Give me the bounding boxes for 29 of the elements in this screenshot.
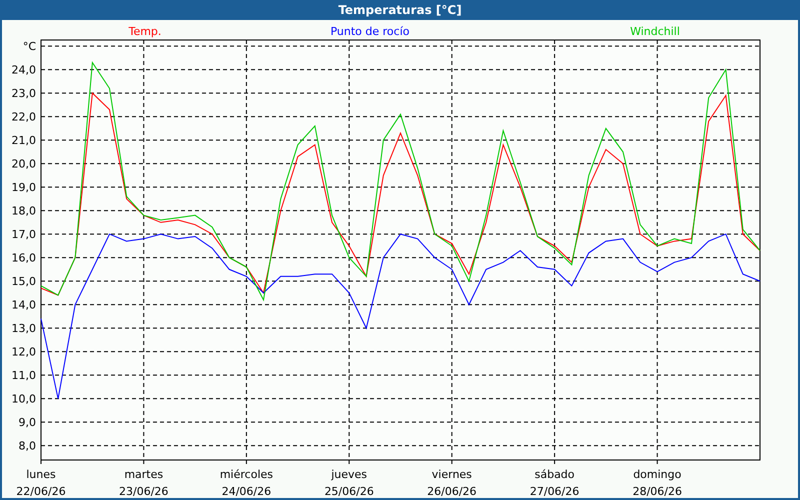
axis-tick-label: 12,0 bbox=[12, 346, 36, 359]
axis-tick-label: 19,0 bbox=[12, 181, 36, 194]
axis-tick-label: 21,0 bbox=[12, 134, 36, 148]
axis-tick-label: 9,0 bbox=[18, 416, 36, 430]
axis-tick-label: 18,0 bbox=[12, 204, 36, 218]
axis-tick-label: 22,0 bbox=[12, 110, 36, 124]
axis-tick-label: 16,0 bbox=[12, 252, 36, 265]
axis-tick-label: 15,0 bbox=[12, 275, 36, 288]
axis-tick-label: domingo 28/06/26 bbox=[632, 468, 682, 496]
axis-tick-label: 17,0 bbox=[12, 228, 36, 242]
window-title: Temperaturas [°C] bbox=[0, 0, 800, 20]
axis-tick-label: sábado 27/06/26 bbox=[530, 468, 580, 496]
legend-label: Windchill bbox=[630, 25, 680, 38]
axis-tick-label: 8,0 bbox=[18, 440, 36, 453]
axis-tick-label: 13,0 bbox=[12, 322, 36, 336]
axis-tick-label: viernes 26/06/26 bbox=[427, 468, 477, 496]
axis-tick-label: jueves 25/06/26 bbox=[324, 468, 374, 496]
axis-tick-label: 14,0 bbox=[12, 298, 36, 312]
axis-tick-label: 10,0 bbox=[12, 392, 36, 406]
axis-tick-label: 24,0 bbox=[12, 64, 36, 77]
legend-label: Temp. bbox=[128, 25, 162, 38]
axis-tick-label: martes 23/06/26 bbox=[119, 468, 168, 496]
axis-tick-label: lunes 22/06/26 bbox=[16, 468, 66, 496]
axis-tick-label: 11,0 bbox=[12, 369, 36, 382]
axis-tick-label: °C bbox=[22, 40, 36, 54]
axis-tick-label: miércoles 24/06/26 bbox=[220, 468, 273, 496]
axis-tick-label: 20,0 bbox=[12, 158, 36, 171]
axis-tick-label: 23,0 bbox=[12, 87, 36, 100]
legend-label: Punto de rocío bbox=[330, 25, 410, 38]
